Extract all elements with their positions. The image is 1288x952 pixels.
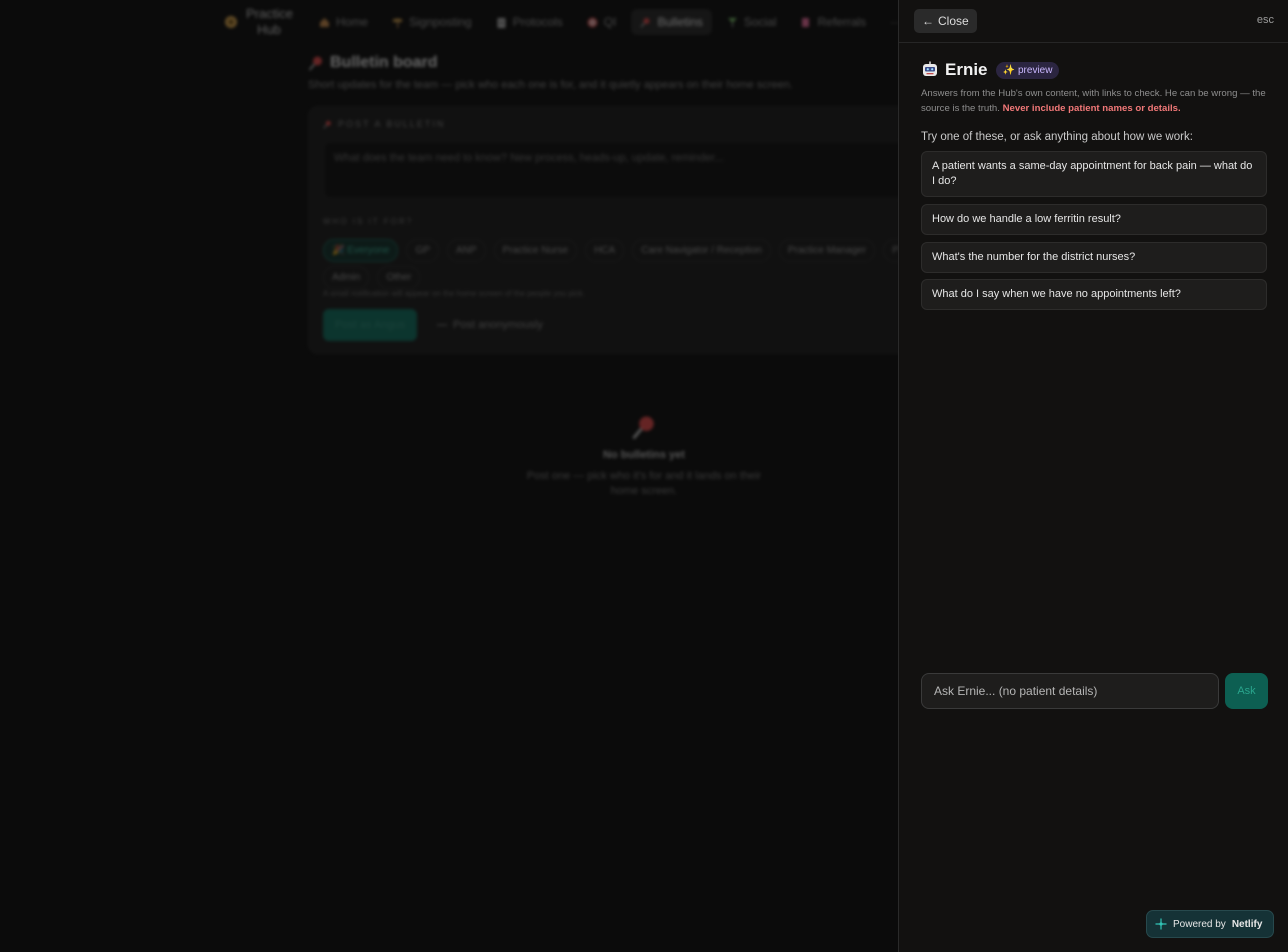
audience-chip[interactable]: Other — [377, 266, 421, 289]
audience-chip[interactable]: Care Navigator / Reception — [632, 239, 771, 262]
robot-icon — [923, 61, 937, 76]
pushpin-icon — [308, 56, 322, 71]
page-subtitle: Short updates for the team — pick who ea… — [308, 79, 793, 91]
empty-subtitle: Post one — pick who it's for and it land… — [526, 470, 762, 497]
bulletin-textarea[interactable]: What does the team need to know? New pro… — [323, 141, 900, 199]
esc-hint: esc — [1256, 14, 1274, 26]
ask-button[interactable]: Ask — [1225, 673, 1268, 709]
close-button[interactable]: ← Close — [914, 9, 977, 33]
page-title: Bulletin board — [330, 54, 438, 71]
brand-logo-icon — [225, 16, 237, 28]
assistant-name: Ernie — [945, 60, 988, 79]
arrow-left-icon: ← — [922, 14, 934, 28]
ask-input[interactable] — [921, 673, 1219, 709]
post-button[interactable]: Post as Angus — [323, 309, 417, 341]
ernie-panel: ← Close esc Ernie ✨ preview Answers from… — [898, 0, 1288, 952]
pushpin-icon — [323, 120, 331, 129]
pushpin-icon — [640, 17, 650, 27]
party-icon: 🎉 — [332, 245, 348, 256]
nav-social[interactable]: Social — [718, 9, 786, 35]
audience-chip[interactable]: HCA — [585, 239, 625, 262]
audience-chips-row-2: Admin Other — [323, 266, 421, 289]
audience-chip[interactable]: ANP — [446, 239, 486, 262]
drink-icon — [727, 17, 737, 27]
nav-home[interactable]: Home — [310, 9, 377, 35]
suggestion-button[interactable]: What's the number for the district nurse… — [921, 242, 1267, 273]
house-icon — [320, 17, 329, 27]
background-app: Practice Hub Home Signposting Protocols … — [0, 0, 900, 952]
audience-chip[interactable]: 🎉 Everyone — [323, 239, 399, 262]
audience-label: WHO IS IT FOR? — [323, 217, 414, 226]
audience-chip[interactable]: GP — [406, 239, 439, 262]
brand[interactable]: Practice Hub — [224, 6, 293, 38]
nav-qi[interactable]: QI — [578, 9, 626, 35]
empty-state: No bulletins yet Post one — pick who it'… — [524, 414, 764, 499]
suggestions-label: Try one of these, or ask anything about … — [921, 131, 1193, 143]
suggestion-button[interactable]: What do I say when we have no appointmen… — [921, 279, 1267, 310]
audience-chip[interactable]: Practice Nurse — [493, 239, 578, 262]
checkbox-icon — [437, 324, 447, 326]
preview-badge: ✨ preview — [995, 61, 1060, 79]
netlify-logo-icon — [1155, 918, 1167, 930]
clipboard-icon — [497, 17, 506, 28]
post-label: POST A BULLETIN — [338, 119, 446, 129]
post-bulletin-card: POST A BULLETIN What does the team need … — [308, 106, 900, 354]
nav-bulletins[interactable]: Bulletins — [631, 9, 712, 35]
pushpin-icon — [632, 416, 654, 440]
signpost-icon — [393, 17, 403, 28]
audience-chips-row-1: 🎉 Everyone GP ANP Practice Nurse HCA Care Nav… — [323, 239, 900, 262]
nav-signposting[interactable]: Signposting — [383, 9, 481, 35]
anonymous-toggle[interactable]: Post anonymously — [437, 319, 543, 331]
target-icon — [587, 17, 598, 27]
empty-title: No bulletins yet — [603, 449, 685, 461]
netlify-badge[interactable]: Powered by Netlify — [1146, 910, 1274, 938]
assistant-header: Ernie ✨ preview — [921, 60, 1060, 80]
panel-header: ← Close esc — [899, 0, 1288, 43]
board-header: Bulletin board Short updates for the tea… — [308, 54, 793, 91]
top-nav: Practice Hub Home Signposting Protocols … — [224, 4, 900, 40]
notify-note: A small notification will appear on the … — [323, 289, 585, 298]
audience-chip[interactable]: Admin — [323, 266, 370, 289]
nav-referrals[interactable]: Referrals — [791, 9, 875, 35]
brand-name: Practice Hub — [246, 6, 293, 37]
suggestion-button[interactable]: How do we handle a low ferritin result? — [921, 204, 1267, 235]
privacy-warning: Never include patient names or details. — [1002, 103, 1181, 114]
audience-chip[interactable]: Practice Manager — [778, 239, 876, 262]
sparkles-icon: ✨ — [1002, 64, 1015, 76]
suggestion-button[interactable]: A patient wants a same-day appointment f… — [921, 151, 1267, 197]
nav-protocols[interactable]: Protocols — [487, 9, 572, 35]
paper-icon — [802, 17, 810, 27]
disclaimer: Answers from the Hub's own content, with… — [921, 88, 1266, 114]
